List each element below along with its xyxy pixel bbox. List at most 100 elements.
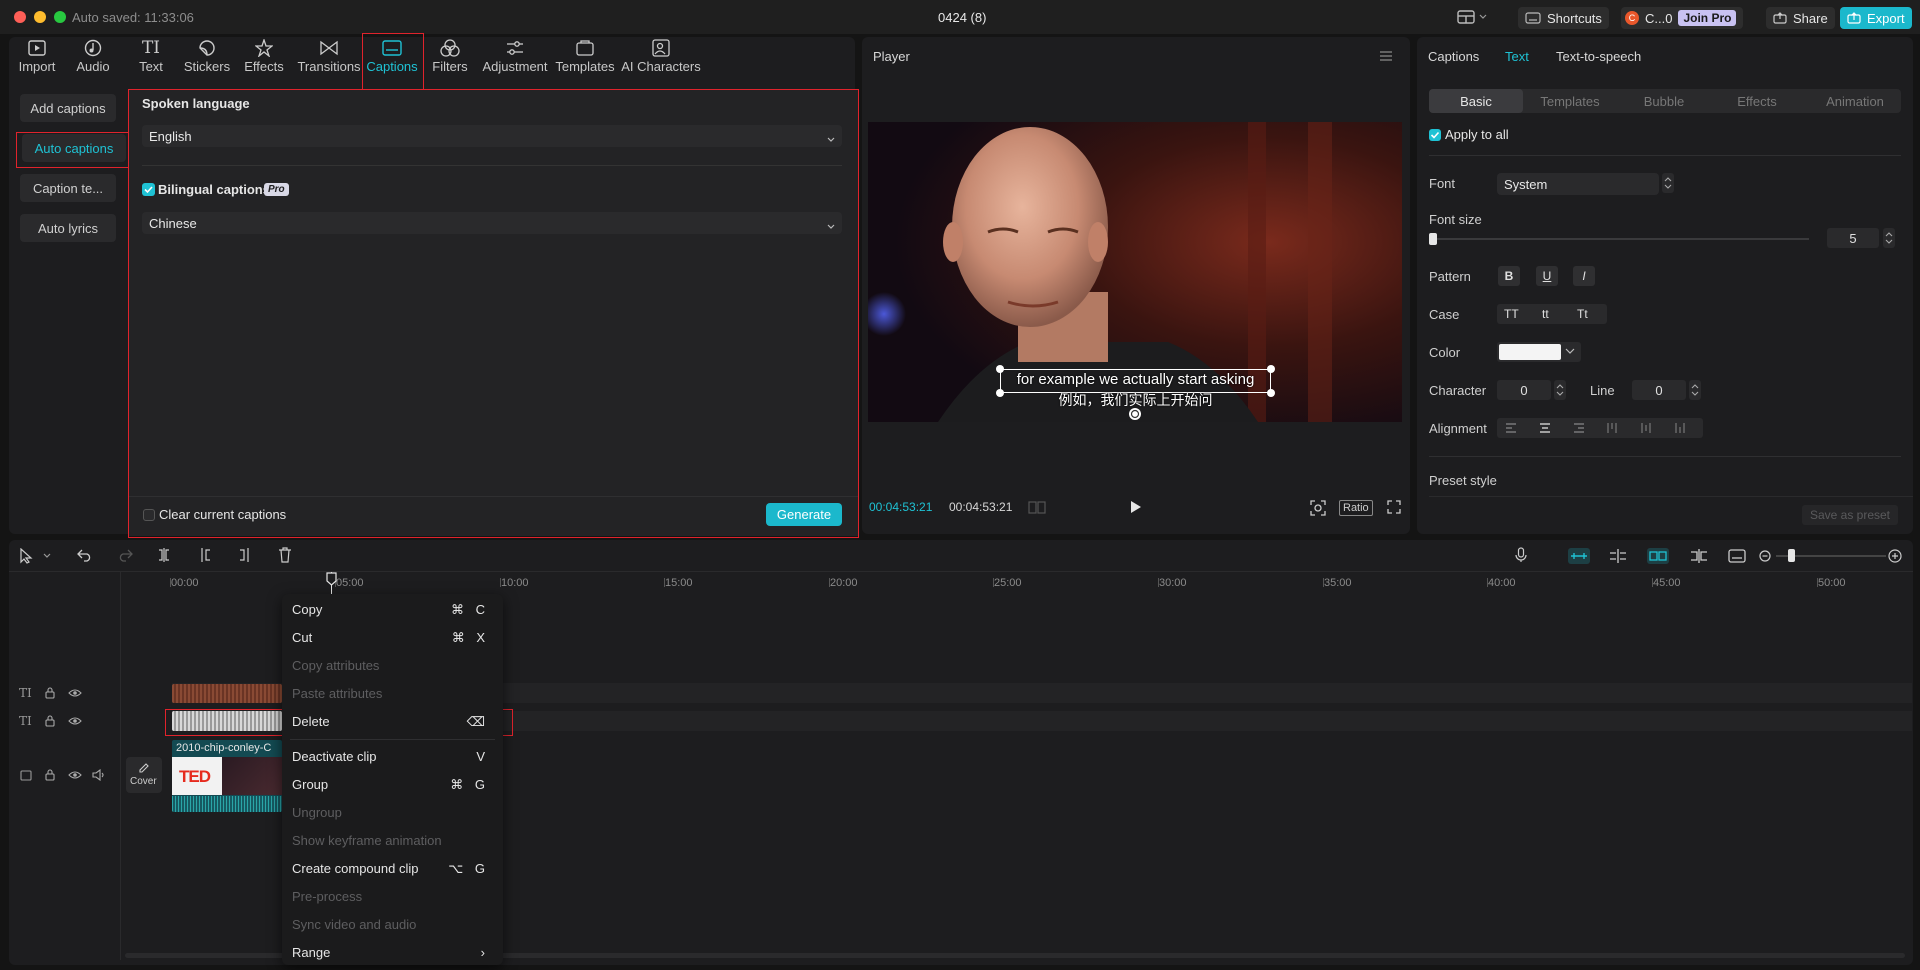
line-spacing-input[interactable]: 0 [1632, 380, 1686, 400]
case-title-button[interactable]: Tt [1577, 307, 1588, 321]
menu-item-copy[interactable]: Copy ⌘ C [282, 596, 503, 622]
save-as-preset-button[interactable]: Save as preset [1802, 505, 1898, 525]
font-size-spinner[interactable] [1883, 228, 1895, 248]
align-bottom-icon[interactable] [1675, 422, 1687, 434]
tool-transitions[interactable]: Transitions [297, 37, 361, 79]
share-button[interactable]: Share [1766, 7, 1835, 29]
add-captions-button[interactable]: Add captions [20, 94, 116, 122]
zoom-out-icon[interactable] [1759, 550, 1771, 562]
align-left-icon[interactable] [1505, 423, 1517, 433]
zoom-in-icon[interactable] [1888, 549, 1902, 563]
shortcuts-button[interactable]: Shortcuts [1518, 7, 1609, 29]
align-top-icon[interactable] [1607, 422, 1619, 434]
bold-button[interactable]: B [1498, 266, 1520, 286]
lock-icon[interactable] [45, 687, 55, 699]
close-window-button[interactable] [14, 11, 26, 23]
align-middle-icon[interactable] [1641, 422, 1653, 434]
minimize-window-button[interactable] [34, 11, 46, 23]
join-pro-badge[interactable]: Join Pro [1678, 10, 1737, 26]
tool-effects[interactable]: Effects [235, 37, 293, 79]
microphone-icon[interactable] [1515, 547, 1527, 563]
font-size-slider-track[interactable] [1429, 238, 1809, 240]
menu-item-group[interactable]: Group ⌘ G [282, 771, 503, 797]
menu-item-create-compound-clip[interactable]: Create compound clip ⌥ G [282, 855, 503, 881]
linkage-toggle[interactable] [1647, 548, 1669, 564]
font-size-input[interactable]: 5 [1827, 228, 1879, 248]
layout-selector[interactable] [1457, 8, 1491, 26]
clear-captions-checkbox[interactable] [143, 509, 155, 521]
subtab-templates[interactable]: Templates [1540, 94, 1600, 109]
subtab-bubble[interactable]: Bubble [1634, 94, 1694, 109]
character-spacing-input[interactable]: 0 [1497, 380, 1551, 400]
underline-button[interactable]: U [1536, 266, 1558, 286]
generate-button[interactable]: Generate [766, 503, 842, 526]
menu-item-cut[interactable]: Cut ⌘ X [282, 624, 503, 650]
tab-text-to-speech[interactable]: Text-to-speech [1556, 49, 1641, 64]
color-picker[interactable] [1497, 342, 1581, 362]
video-preview[interactable]: for example we actually start asking 例如，… [868, 122, 1402, 422]
fullscreen-icon[interactable] [1387, 500, 1401, 514]
menu-item-deactivate-clip[interactable]: Deactivate clip V [282, 743, 503, 769]
eye-icon[interactable] [68, 688, 82, 698]
preview-axis-icon[interactable] [1689, 548, 1709, 564]
eye-icon[interactable] [68, 716, 82, 726]
cover-button[interactable]: Cover [126, 757, 162, 793]
lock-icon[interactable] [45, 715, 55, 727]
play-icon[interactable] [1130, 500, 1142, 514]
export-button[interactable]: Export [1840, 7, 1912, 29]
tool-audio[interactable]: Audio [64, 37, 122, 79]
line-spinner[interactable] [1689, 380, 1701, 400]
character-spinner[interactable] [1554, 380, 1566, 400]
tool-text[interactable]: TI Text [122, 37, 180, 79]
tool-templates[interactable]: Templates [555, 37, 615, 79]
case-upper-button[interactable]: TT [1504, 307, 1519, 321]
volume-icon[interactable] [92, 769, 106, 781]
tool-captions[interactable]: Captions [363, 37, 421, 79]
undo-icon[interactable] [77, 548, 93, 562]
caption-clip-2-selected[interactable] [172, 711, 282, 731]
menu-item-range[interactable]: Range › [282, 939, 503, 965]
trim-left-icon[interactable] [198, 547, 212, 563]
rotate-handle-icon[interactable] [1128, 407, 1142, 421]
caption-templates-button[interactable]: Caption te... [20, 174, 116, 202]
select-tool-icon[interactable] [19, 548, 33, 564]
lock-icon[interactable] [45, 769, 55, 781]
magnet-toggle[interactable] [1568, 548, 1590, 564]
playhead-handle-icon[interactable] [326, 572, 337, 586]
tool-import[interactable]: Import [8, 37, 66, 79]
menu-icon[interactable] [1379, 50, 1393, 62]
zoom-to-fit-icon[interactable] [1310, 500, 1326, 516]
auto-lyrics-button[interactable]: Auto lyrics [20, 214, 116, 242]
zoom-slider-thumb[interactable] [1788, 549, 1795, 562]
spoken-language-select[interactable]: English [142, 125, 842, 147]
menu-item-delete[interactable]: Delete ⌫ [282, 708, 503, 734]
timecode-grid-icon[interactable] [1028, 501, 1046, 514]
apply-to-all-checkbox[interactable] [1429, 129, 1441, 141]
bilingual-checkbox[interactable] [142, 183, 155, 196]
subtab-basic[interactable]: Basic [1429, 89, 1523, 113]
align-right-icon[interactable] [1573, 423, 1585, 433]
font-spinner[interactable] [1662, 173, 1674, 193]
chevron-down-icon[interactable] [43, 553, 51, 559]
trim-right-icon[interactable] [238, 547, 252, 563]
font-size-slider-thumb[interactable] [1429, 233, 1437, 245]
font-select[interactable]: System [1497, 173, 1659, 195]
subtab-effects[interactable]: Effects [1727, 94, 1787, 109]
auto-captions-button[interactable]: Auto captions [22, 134, 126, 162]
tab-captions[interactable]: Captions [1428, 49, 1479, 64]
maximize-window-button[interactable] [54, 11, 66, 23]
subtab-animation[interactable]: Animation [1820, 94, 1890, 109]
case-lower-button[interactable]: tt [1542, 307, 1549, 321]
tool-ai-characters[interactable]: AI Characters [621, 37, 701, 79]
video-clip[interactable]: 2010-chip-conley-C TED [172, 740, 282, 812]
bilingual-language-select[interactable]: Chinese [142, 212, 842, 234]
user-account-button[interactable]: C C...0 Join Pro [1621, 7, 1744, 29]
tool-filters[interactable]: Filters [421, 37, 479, 79]
delete-icon[interactable] [278, 547, 292, 563]
tab-text[interactable]: Text [1505, 49, 1529, 64]
italic-button[interactable]: I [1573, 266, 1595, 286]
tool-adjustment[interactable]: Adjustment [482, 37, 548, 79]
redo-icon[interactable] [117, 548, 133, 562]
subtitle-preview-icon[interactable] [1728, 548, 1746, 564]
eye-icon[interactable] [68, 770, 82, 780]
